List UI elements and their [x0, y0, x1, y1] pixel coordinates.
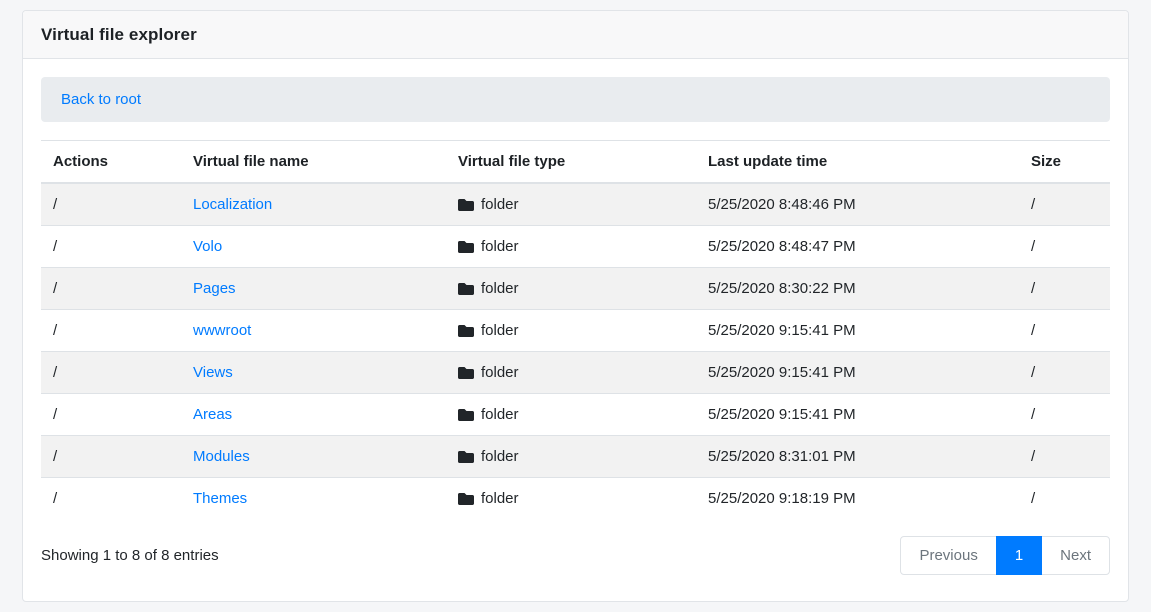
pagination-previous[interactable]: Previous [900, 536, 996, 575]
column-header-name: Virtual file name [181, 141, 446, 184]
page-title: Virtual file explorer [41, 25, 1110, 45]
back-to-root-link[interactable]: Back to root [61, 91, 141, 108]
column-header-type: Virtual file type [446, 141, 696, 184]
table-row: / Modules folder 5/25/2020 8:31:01 PM / [41, 436, 1110, 478]
virtual-file-table: Actions Virtual file name Virtual file t… [41, 140, 1110, 519]
last-update-cell: 5/25/2020 9:18:19 PM [696, 478, 1019, 520]
table-row: / Views folder 5/25/2020 9:15:41 PM / [41, 352, 1110, 394]
breadcrumb-bar: Back to root [41, 77, 1110, 122]
previous-button[interactable]: Previous [900, 536, 996, 575]
actions-cell: / [41, 226, 181, 268]
next-button[interactable]: Next [1041, 536, 1110, 575]
file-name-link[interactable]: Modules [193, 448, 250, 465]
table-row: / wwwroot folder 5/25/2020 9:15:41 PM / [41, 310, 1110, 352]
file-type-label: folder [481, 448, 519, 465]
size-cell: / [1019, 310, 1110, 352]
file-name-link[interactable]: Areas [193, 406, 232, 423]
file-name-link[interactable]: Views [193, 364, 233, 381]
actions-cell: / [41, 183, 181, 226]
file-type-label: folder [481, 280, 519, 297]
table-row: / Areas folder 5/25/2020 9:15:41 PM / [41, 394, 1110, 436]
column-header-updated: Last update time [696, 141, 1019, 184]
table-row: / Pages folder 5/25/2020 8:30:22 PM / [41, 268, 1110, 310]
last-update-cell: 5/25/2020 8:31:01 PM [696, 436, 1019, 478]
last-update-cell: 5/25/2020 8:48:46 PM [696, 183, 1019, 226]
last-update-cell: 5/25/2020 8:48:47 PM [696, 226, 1019, 268]
file-type-label: folder [481, 196, 519, 213]
card-header: Virtual file explorer [23, 11, 1128, 59]
last-update-cell: 5/25/2020 8:30:22 PM [696, 268, 1019, 310]
file-type-label: folder [481, 406, 519, 423]
size-cell: / [1019, 436, 1110, 478]
actions-cell: / [41, 352, 181, 394]
file-type-label: folder [481, 238, 519, 255]
pagination-page-1[interactable]: 1 [997, 536, 1042, 575]
file-type-label: folder [481, 490, 519, 507]
folder-icon [458, 365, 474, 381]
actions-cell: / [41, 310, 181, 352]
folder-icon [458, 281, 474, 297]
folder-icon [458, 239, 474, 255]
file-name-link[interactable]: Pages [193, 280, 236, 297]
actions-cell: / [41, 268, 181, 310]
column-header-size: Size [1019, 141, 1110, 184]
table-row: / Localization folder 5/25/2020 8:48:46 … [41, 183, 1110, 226]
file-type-label: folder [481, 322, 519, 339]
size-cell: / [1019, 478, 1110, 520]
virtual-file-explorer-card: Virtual file explorer Back to root Actio… [22, 10, 1129, 602]
entries-info: Showing 1 to 8 of 8 entries [41, 547, 219, 564]
page-1-button[interactable]: 1 [996, 536, 1042, 575]
size-cell: / [1019, 268, 1110, 310]
actions-cell: / [41, 478, 181, 520]
folder-icon [458, 491, 474, 507]
pagination: Previous 1 Next [900, 536, 1110, 575]
card-body: Back to root Actions Virtual file name V… [23, 59, 1128, 593]
last-update-cell: 5/25/2020 9:15:41 PM [696, 394, 1019, 436]
file-name-link[interactable]: wwwroot [193, 322, 251, 339]
table-body: / Localization folder 5/25/2020 8:48:46 … [41, 183, 1110, 519]
file-type-label: folder [481, 364, 519, 381]
size-cell: / [1019, 352, 1110, 394]
file-name-link[interactable]: Themes [193, 490, 247, 507]
file-name-link[interactable]: Volo [193, 238, 222, 255]
file-name-link[interactable]: Localization [193, 196, 272, 213]
folder-icon [458, 449, 474, 465]
last-update-cell: 5/25/2020 9:15:41 PM [696, 352, 1019, 394]
pagination-next[interactable]: Next [1042, 536, 1110, 575]
last-update-cell: 5/25/2020 9:15:41 PM [696, 310, 1019, 352]
folder-icon [458, 407, 474, 423]
table-header: Actions Virtual file name Virtual file t… [41, 141, 1110, 184]
folder-icon [458, 197, 474, 213]
table-footer: Showing 1 to 8 of 8 entries Previous 1 N… [41, 536, 1110, 575]
actions-cell: / [41, 394, 181, 436]
column-header-actions: Actions [41, 141, 181, 184]
actions-cell: / [41, 436, 181, 478]
size-cell: / [1019, 226, 1110, 268]
size-cell: / [1019, 183, 1110, 226]
table-row: / Volo folder 5/25/2020 8:48:47 PM / [41, 226, 1110, 268]
table-row: / Themes folder 5/25/2020 9:18:19 PM / [41, 478, 1110, 520]
folder-icon [458, 323, 474, 339]
size-cell: / [1019, 394, 1110, 436]
